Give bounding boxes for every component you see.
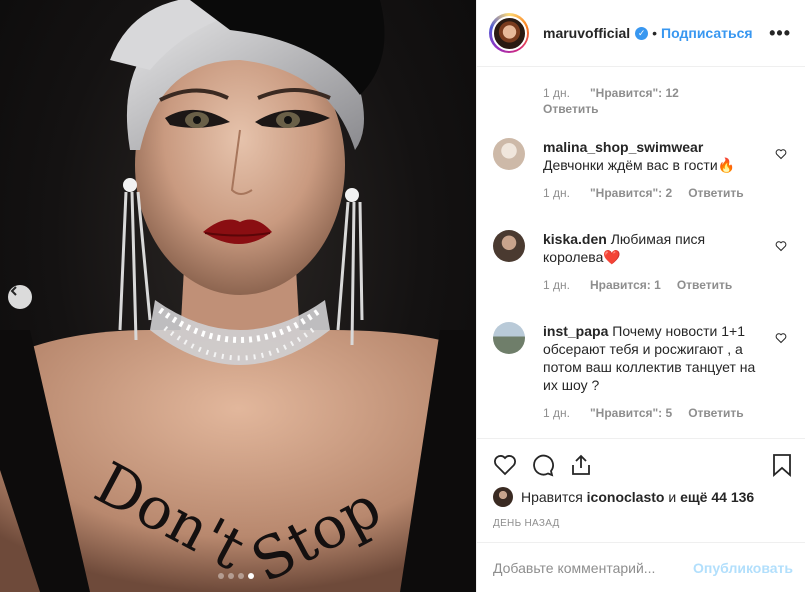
carousel-dot	[238, 573, 244, 579]
post-photo[interactable]: Don't Stop	[0, 0, 476, 592]
post-timestamp[interactable]: ДЕНЬ НАЗАД	[493, 518, 560, 529]
commenter-username[interactable]: malina_shop_swimwear	[543, 139, 703, 155]
likes-prefix: Нравится	[521, 489, 583, 505]
portrait-image: Don't Stop	[0, 0, 476, 592]
comment-likes[interactable]: Нравится: 1	[590, 276, 661, 294]
author-avatar[interactable]	[489, 13, 529, 53]
carousel-dot	[228, 573, 234, 579]
more-icon[interactable]: •••	[769, 24, 791, 42]
comment-input[interactable]	[493, 559, 694, 576]
likes-summary: Нравится iconoclasto и ещё 44 136	[493, 487, 754, 507]
reply-button[interactable]: Ответить	[543, 102, 598, 116]
comment-composer: Опубликовать	[477, 542, 805, 592]
comment-time[interactable]: 1 дн.	[543, 184, 570, 202]
liker-avatar[interactable]	[493, 487, 513, 507]
post-side-panel: maruvofficial ✓ • Подписаться ••• 1 дн. …	[476, 0, 805, 592]
reply-button[interactable]: Ответить	[688, 184, 743, 202]
comment-likes[interactable]: "Нравится": 2	[590, 184, 672, 202]
post-header: maruvofficial ✓ • Подписаться •••	[477, 0, 805, 67]
comment-likes[interactable]: "Нравится": 5	[590, 404, 672, 422]
comment-time[interactable]: 1 дн.	[543, 404, 570, 422]
carousel-dot	[218, 573, 224, 579]
comment-meta: 1 дн. Нравится: 1 Ответить	[543, 276, 769, 294]
carousel-indicator	[218, 573, 254, 579]
share-icon[interactable]	[569, 453, 593, 477]
previous-photo-button[interactable]	[8, 285, 32, 309]
follow-button[interactable]: Подписаться	[661, 25, 753, 41]
commenter-username[interactable]: kiska.den	[543, 231, 607, 247]
likes-and: и	[668, 489, 677, 505]
comment-likes[interactable]: "Нравится": 12	[590, 86, 679, 100]
commenter-username[interactable]: inst_papa	[543, 323, 608, 339]
reply-button[interactable]: Ответить	[677, 276, 732, 294]
heart-icon[interactable]	[775, 332, 787, 344]
comments-list[interactable]: 1 дн. "Нравится": 12 Ответить malina_sho…	[477, 68, 805, 438]
comment-text: Девчонки ждём вас в гости🔥	[543, 157, 736, 173]
comment-time[interactable]: 1 дн.	[543, 276, 570, 294]
post-actions: Нравится iconoclasto и ещё 44 136 ДЕНЬ Н…	[477, 438, 805, 553]
comment-item: kiska.den Любимая пися королева❤️ 1 дн. …	[493, 230, 793, 294]
comment-item: malina_shop_swimwear Девчонки ждём вас в…	[493, 138, 793, 202]
carousel-dot-active	[248, 573, 254, 579]
comment-meta: 1 дн. "Нравится": 2 Ответить	[543, 184, 769, 202]
header-separator: •	[652, 25, 658, 41]
heart-icon[interactable]	[775, 240, 787, 252]
like-heart-icon[interactable]	[493, 453, 517, 477]
publish-button[interactable]: Опубликовать	[693, 560, 793, 576]
verified-icon: ✓	[635, 26, 649, 40]
heart-icon[interactable]	[775, 148, 787, 160]
commenter-avatar[interactable]	[493, 230, 525, 262]
comment-meta: 1 дн. "Нравится": 12	[543, 86, 679, 100]
commenter-avatar[interactable]	[493, 322, 525, 354]
bookmark-icon[interactable]	[771, 453, 793, 477]
author-username[interactable]: maruvofficial	[543, 25, 630, 41]
likes-count-link[interactable]: ещё 44 136	[680, 489, 754, 505]
reply-button[interactable]: Ответить	[688, 404, 743, 422]
chevron-left-icon	[10, 286, 17, 296]
commenter-avatar[interactable]	[493, 138, 525, 170]
liker-username[interactable]: iconoclasto	[587, 489, 665, 505]
comment-item: inst_papa Почему новости 1+1 обсерают те…	[493, 322, 793, 422]
comment-time[interactable]: 1 дн.	[543, 86, 570, 100]
comment-meta: 1 дн. "Нравится": 5 Ответить	[543, 404, 769, 422]
comment-icon[interactable]	[531, 453, 555, 477]
